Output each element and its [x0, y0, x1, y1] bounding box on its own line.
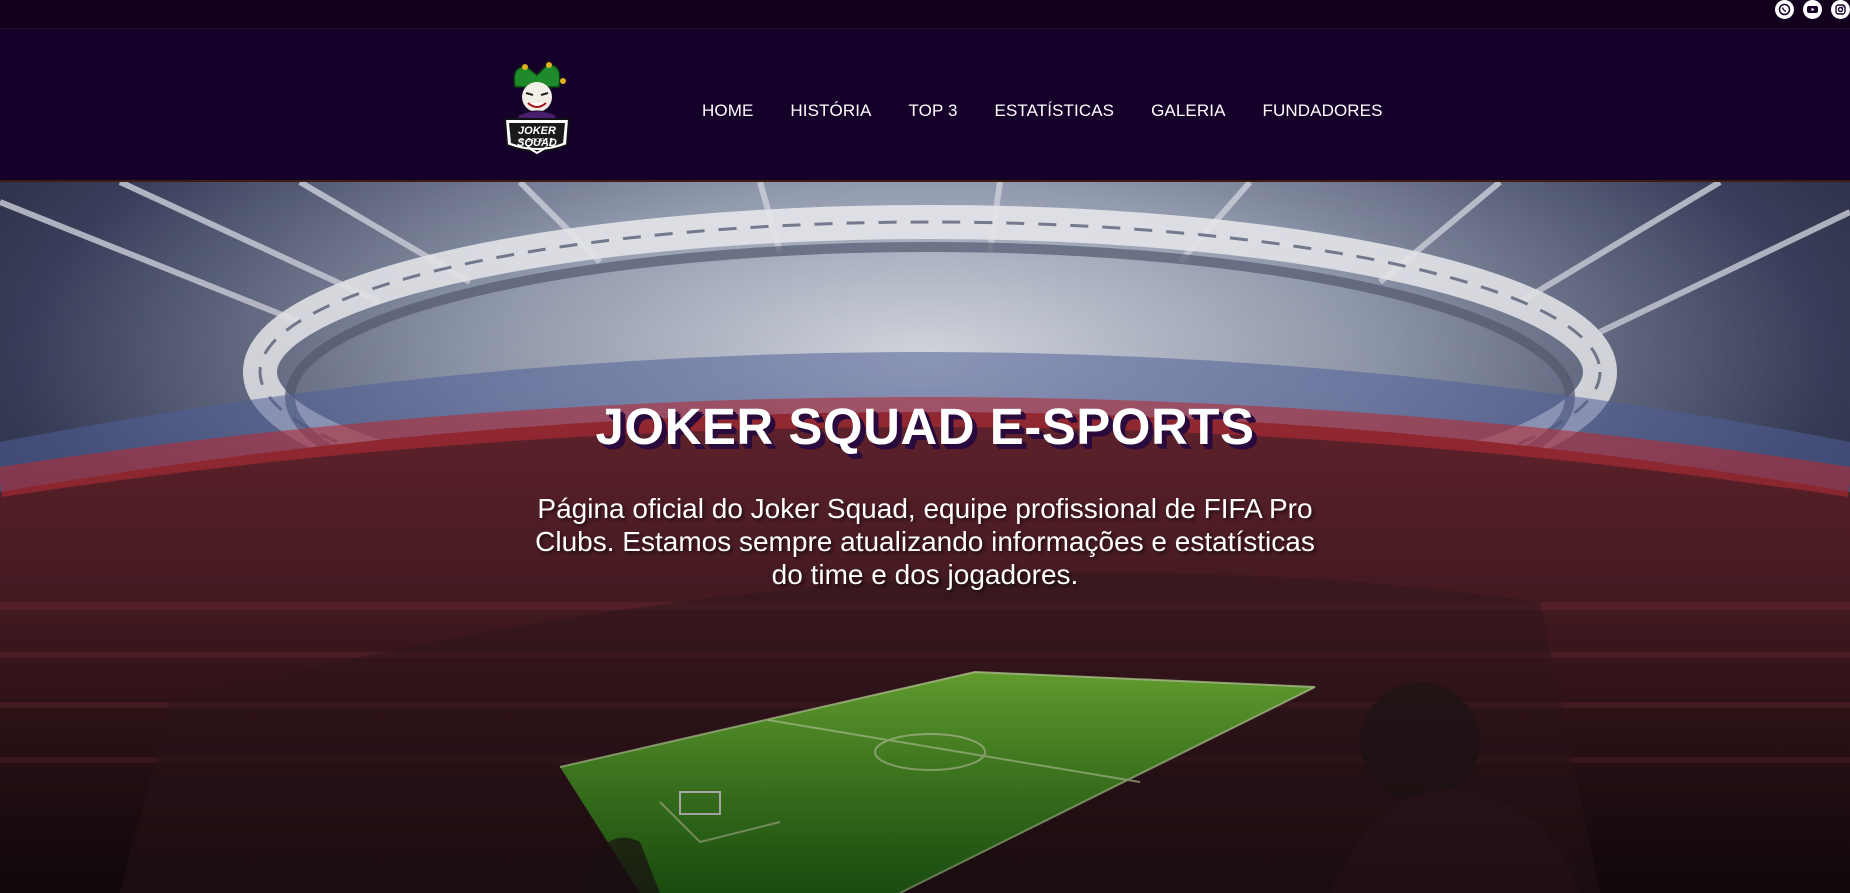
nav-estatisticas[interactable]: ESTATÍSTICAS — [995, 101, 1115, 121]
whatsapp-icon[interactable] — [1775, 0, 1794, 19]
site-header: JOKER SQUAD E-SPORTS HOME HISTÓRIA TOP 3… — [0, 29, 1850, 182]
nav-galeria[interactable]: GALERIA — [1151, 101, 1225, 121]
hero-title: JOKER SQUAD E-SPORTS — [595, 398, 1255, 455]
nav-fundadores[interactable]: FUNDADORES — [1263, 101, 1383, 121]
nav-top-3[interactable]: TOP 3 — [909, 101, 958, 121]
hero-subtitle: Página oficial do Joker Squad, equipe pr… — [535, 493, 1315, 590]
joker-squad-logo[interactable]: JOKER SQUAD E-SPORTS — [497, 57, 577, 159]
logo-subtext: E-SPORTS — [520, 138, 554, 144]
main-nav: HOME HISTÓRIA TOP 3 ESTATÍSTICAS GALERIA… — [702, 100, 1420, 122]
nav-home[interactable]: HOME — [702, 101, 753, 121]
instagram-icon[interactable] — [1831, 0, 1850, 19]
youtube-icon[interactable] — [1803, 0, 1822, 19]
top-bar — [0, 0, 1850, 29]
hero-section: JOKER SQUAD E-SPORTS Página oficial do J… — [0, 182, 1850, 893]
logo-text: JOKER SQUAD — [517, 125, 557, 149]
social-links — [1775, 0, 1850, 19]
nav-historia[interactable]: HISTÓRIA — [790, 101, 871, 121]
